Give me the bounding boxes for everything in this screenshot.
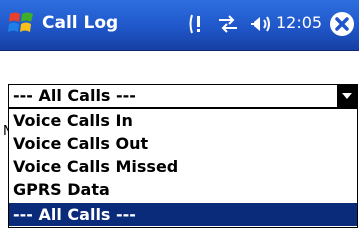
call-filter-dropdown[interactable]: --- All Calls ---	[8, 84, 358, 108]
connectivity-icon[interactable]	[216, 12, 240, 40]
window-title: Call Log	[42, 13, 119, 33]
device-screen: Call Log 12:05 --- All Calls --- Voice C…	[0, 0, 359, 242]
close-button[interactable]	[330, 12, 354, 36]
volume-icon[interactable]	[246, 12, 272, 40]
option-all-calls[interactable]: --- All Calls ---	[9, 203, 357, 226]
option-voice-calls-out[interactable]: Voice Calls Out	[9, 132, 357, 155]
close-icon	[331, 13, 353, 35]
notification-icon[interactable]	[188, 12, 210, 40]
dropdown-toggle-button[interactable]	[337, 85, 357, 107]
windows-flag-icon	[8, 12, 33, 32]
option-voice-calls-missed[interactable]: Voice Calls Missed	[9, 155, 357, 178]
call-filter-selected-value: --- All Calls ---	[13, 86, 136, 105]
chevron-down-icon	[342, 93, 352, 99]
option-gprs-data[interactable]: GPRS Data	[9, 178, 357, 201]
start-menu-flag-icon[interactable]	[7, 8, 37, 38]
title-bar: Call Log 12:05	[0, 0, 359, 51]
option-voice-calls-in[interactable]: Voice Calls In	[9, 109, 357, 132]
call-filter-options-list: Voice Calls In Voice Calls Out Voice Cal…	[8, 108, 358, 228]
clock[interactable]: 12:05	[276, 11, 322, 35]
